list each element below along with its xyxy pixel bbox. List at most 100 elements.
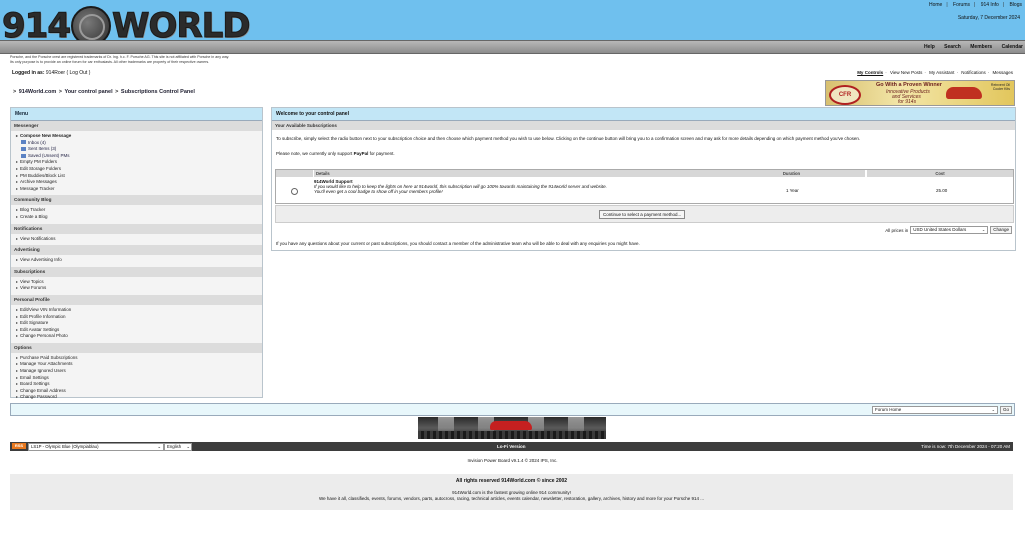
nav-help[interactable]: Help (924, 44, 935, 50)
skin-value: LS1P - Olympic Blue (Olympiablau) (31, 444, 99, 449)
copyright-box: All rights reserved 914World.com © since… (10, 474, 1013, 510)
sidebar-item-view-notifications[interactable]: View Notifications (16, 236, 262, 243)
subscriptions-table: Details Duration Cost 914World Support I… (275, 169, 1014, 204)
forum-jump-go-button[interactable]: Go (999, 406, 1012, 414)
logout-link[interactable]: Log Out (70, 70, 88, 76)
disclaimer: Porsche, and the Porsche crest are regis… (10, 55, 310, 65)
sidebar-item-view-forums[interactable]: View Forums (16, 285, 262, 292)
tagline-2: We have it all, classifieds, events, for… (318, 496, 704, 501)
breadcrumb-home[interactable]: 914World.com (19, 89, 57, 95)
header-details: Details (314, 170, 718, 177)
prices-label: All prices in (885, 227, 909, 233)
username-link[interactable]: 914Roer (46, 70, 65, 76)
forum-jump-select[interactable]: Forum Home ⌄ (871, 406, 998, 414)
lofi-link[interactable]: Lo-Fi Version (497, 442, 526, 451)
subscription-cost: 25.00 (936, 188, 948, 193)
tagline-1: 914World.com is the fastest growing onli… (452, 490, 571, 495)
header-cost: Cost (867, 170, 1013, 177)
top-link-914-info[interactable]: 914 Info (981, 2, 999, 8)
section-subscriptions: Subscriptions (11, 266, 262, 277)
my-assistant-link[interactable]: My Assistant (929, 70, 954, 75)
sidebar-item-email-settings[interactable]: Email Settings (16, 375, 262, 382)
nav-calendar[interactable]: Calendar (1002, 44, 1023, 50)
section-profile: Personal Profile (11, 294, 262, 305)
payment-note-paypal: PayPal (353, 151, 369, 156)
rss-icon[interactable]: RSS (12, 443, 26, 449)
section-advertising: Advertising (11, 245, 262, 256)
sidebar-item-tracker[interactable]: Message Tracker (16, 186, 262, 193)
top-links: Home | Forums | 914 Info | Blogs (929, 2, 1022, 8)
chevron-down-icon: ⌄ (157, 444, 161, 449)
sidebar-item-sent[interactable]: Sent Items (3) (16, 146, 262, 153)
top-link-blogs[interactable]: Blogs (1009, 2, 1022, 8)
intro-text: To subscribe, simply select the radio bu… (276, 136, 861, 141)
top-link-forums[interactable]: Forums (953, 2, 970, 8)
sidebar-menu: Menu Messenger Compose New Message Inbox… (10, 107, 263, 401)
continue-button[interactable]: Continue to select a payment method... (599, 210, 686, 219)
my-controls-link[interactable]: My Controls (857, 70, 883, 75)
sidebar-item-advertising-info[interactable]: View Advertising Info (16, 257, 262, 264)
advert-line-4: for 914s (898, 99, 917, 105)
control-panel-main: Welcome to your control panel Your Avail… (271, 107, 1016, 251)
payment-note: Please note, we currently only support P… (276, 151, 395, 156)
site-header: 914 WORLD Home | Forums | 914 Info | Blogs … (0, 0, 1025, 47)
car-image (490, 421, 532, 430)
sidebar-item-board-settings[interactable]: Board Settings (16, 381, 262, 388)
subscription-radio[interactable] (291, 188, 298, 195)
sidebar-item-vin[interactable]: Edit/View VIN Information (16, 307, 262, 314)
view-new-posts-link[interactable]: View New Posts (890, 70, 922, 75)
section-options: Options (11, 342, 262, 353)
sidebar-item-buddies[interactable]: PM Buddies/Block List (16, 173, 262, 180)
currency-select[interactable]: USD United States Dollars ⌄ (910, 226, 989, 234)
sidebar-item-avatar[interactable]: Edit Avatar Settings (16, 327, 262, 334)
sidebar-item-purchase-subscriptions[interactable]: Purchase Paid Subscriptions (16, 355, 262, 362)
sidebar-item-empty-folders[interactable]: Empty PM Folders (16, 159, 262, 166)
chevron-down-icon: ⌄ (186, 444, 190, 449)
advert-side-text: Reinvent Oil Cooler Kits (990, 83, 1010, 91)
questions-text: If you have any questions about your cur… (276, 241, 640, 246)
sidebar-item-ignored-users[interactable]: Manage Ignored Users (16, 368, 262, 375)
breadcrumb-current: Subscriptions Control Panel (120, 89, 195, 95)
section-notifications: Notifications (11, 223, 262, 234)
sidebar-item-compose[interactable]: Compose New Message (16, 133, 262, 140)
sidebar-item-change-password[interactable]: Change Password (16, 394, 262, 401)
footer-bar: RSS LS1P - Olympic Blue (Olympiablau) ⌄ … (10, 442, 1013, 451)
nav-members[interactable]: Members (970, 44, 992, 50)
sidebar-item-signature[interactable]: Edit Signature (16, 320, 262, 327)
chevron-down-icon: ⌄ (991, 407, 995, 412)
sidebar-item-create-blog[interactable]: Create a Blog (16, 214, 262, 221)
nav-search[interactable]: Search (944, 44, 961, 50)
sidebar-item-archive[interactable]: Archive Messages (16, 179, 262, 186)
sidebar-item-view-topics[interactable]: View Topics (16, 279, 262, 286)
messages-link[interactable]: Messages (992, 70, 1013, 75)
breadcrumb-control-panel[interactable]: Your control panel (64, 89, 112, 95)
advert-banner[interactable]: CFR Go With a Proven Winner Innovative P… (825, 80, 1015, 106)
logged-in-bar: Logged in as: 914Roer ( Log Out ) (12, 70, 91, 76)
notifications-link[interactable]: Notifications (961, 70, 986, 75)
nav-bar: Help Search Members Calendar (0, 40, 1025, 54)
currency-row: All prices in USD United States Dollars … (885, 226, 1012, 234)
sidebar-item-blog-tracker[interactable]: Blog Tracker (16, 207, 262, 214)
sidebar-item-inbox[interactable]: Inbox (4) (16, 140, 262, 147)
sidebar-item-change-email[interactable]: Change Email Address (16, 388, 262, 395)
copyright-text: All rights reserved 914World.com © since… (455, 478, 568, 484)
language-select[interactable]: English ⌄ (164, 443, 192, 451)
car-image (946, 87, 982, 99)
chevron-down-icon: ⌄ (981, 227, 986, 232)
section-blog: Community Blog (11, 195, 262, 206)
change-currency-button[interactable]: Change (990, 226, 1012, 234)
sidebar-item-attachments[interactable]: Manage Your Attachments (16, 361, 262, 368)
sidebar-item-photo[interactable]: Change Personal Photo (16, 333, 262, 340)
sidebar-item-edit-storage[interactable]: Edit Storage Folders (16, 166, 262, 173)
top-link-home[interactable]: Home (929, 2, 942, 8)
user-menu: My Controls · View New Posts · My Assistan… (857, 70, 1013, 75)
footer-banner-image (418, 417, 606, 439)
sidebar-item-profile-info[interactable]: Edit Profile Information (16, 314, 262, 321)
skin-select[interactable]: LS1P - Olympic Blue (Olympiablau) ⌄ (28, 443, 164, 451)
sidebar-item-saved[interactable]: Saved (Unsent) PMs (16, 153, 262, 160)
subscription-details: 914World Support If you would like to he… (314, 179, 607, 194)
crowd-image (418, 431, 606, 439)
sidebar-title: Menu (11, 108, 262, 121)
subscription-duration: 1 Year (786, 188, 799, 193)
header-duration: Duration (718, 170, 865, 177)
